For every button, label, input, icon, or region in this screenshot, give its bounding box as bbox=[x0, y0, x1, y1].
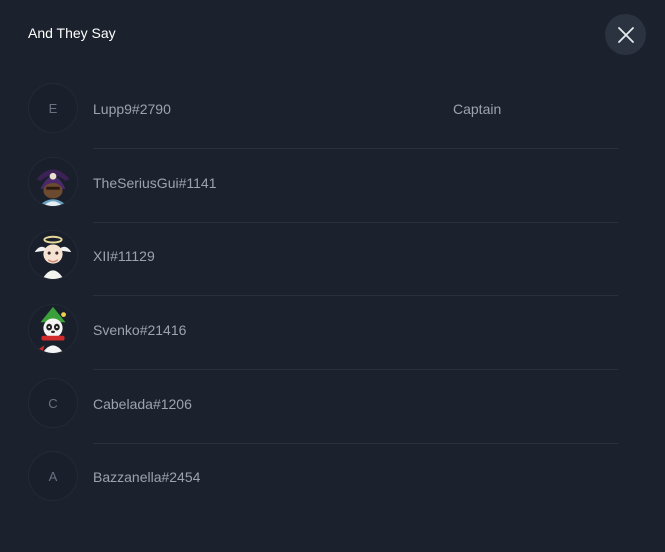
member-name: Cabelada#1206 bbox=[93, 396, 192, 412]
member-row[interactable]: XII#11129 bbox=[0, 220, 665, 296]
member-name: Lupp9#2790 bbox=[93, 101, 171, 117]
team-members-modal: And They Say E Lupp9#2790 Captain TheSer… bbox=[0, 0, 665, 552]
member-name: Bazzanella#2454 bbox=[93, 469, 201, 485]
avatar bbox=[28, 230, 78, 280]
avatar: A bbox=[28, 451, 78, 501]
member-row[interactable]: C Cabelada#1206 bbox=[0, 368, 665, 444]
avatar bbox=[28, 157, 78, 207]
avatar-letter: A bbox=[48, 468, 58, 484]
member-name: TheSeriusGui#1141 bbox=[93, 175, 217, 191]
member-row[interactable]: Svenko#21416 bbox=[0, 294, 665, 370]
close-icon bbox=[617, 26, 634, 43]
avatar-letter: E bbox=[48, 100, 58, 116]
close-button[interactable] bbox=[605, 14, 646, 55]
panda-elf-avatar-icon bbox=[29, 305, 77, 353]
angel-avatar-icon bbox=[29, 231, 77, 279]
member-row[interactable]: A Bazzanella#2454 bbox=[0, 441, 665, 514]
avatar: C bbox=[28, 378, 78, 428]
pirate-avatar-icon bbox=[29, 158, 77, 206]
member-name: Svenko#21416 bbox=[93, 322, 187, 338]
avatar: E bbox=[28, 83, 78, 133]
member-role: Captain bbox=[453, 101, 502, 117]
member-row[interactable]: TheSeriusGui#1141 bbox=[0, 147, 665, 223]
avatar-letter: C bbox=[48, 395, 58, 411]
member-row[interactable]: E Lupp9#2790 Captain bbox=[0, 73, 665, 149]
modal-title: And They Say bbox=[28, 25, 116, 41]
member-name: XII#11129 bbox=[93, 248, 155, 264]
avatar bbox=[28, 304, 78, 354]
